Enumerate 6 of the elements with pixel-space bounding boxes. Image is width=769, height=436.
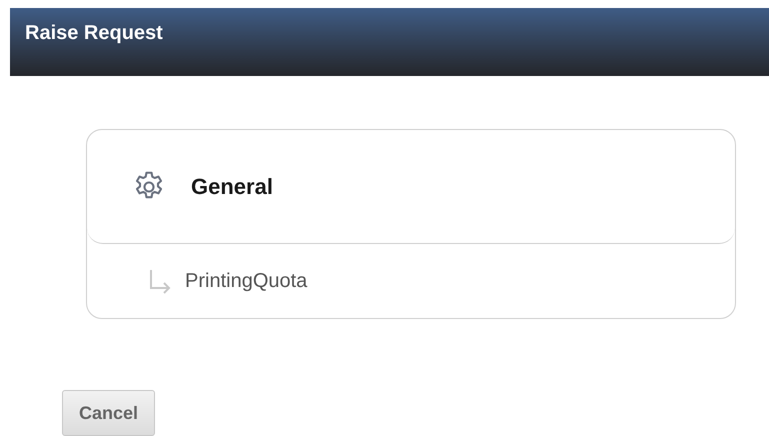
category-header[interactable]: General xyxy=(87,130,735,244)
category-title: General xyxy=(191,173,273,201)
cancel-button[interactable]: Cancel xyxy=(62,390,156,436)
sub-item-link[interactable]: PrintingQuota xyxy=(185,266,308,296)
sub-item-arrow-icon xyxy=(147,268,173,294)
window-title: Raise Request xyxy=(25,21,163,46)
